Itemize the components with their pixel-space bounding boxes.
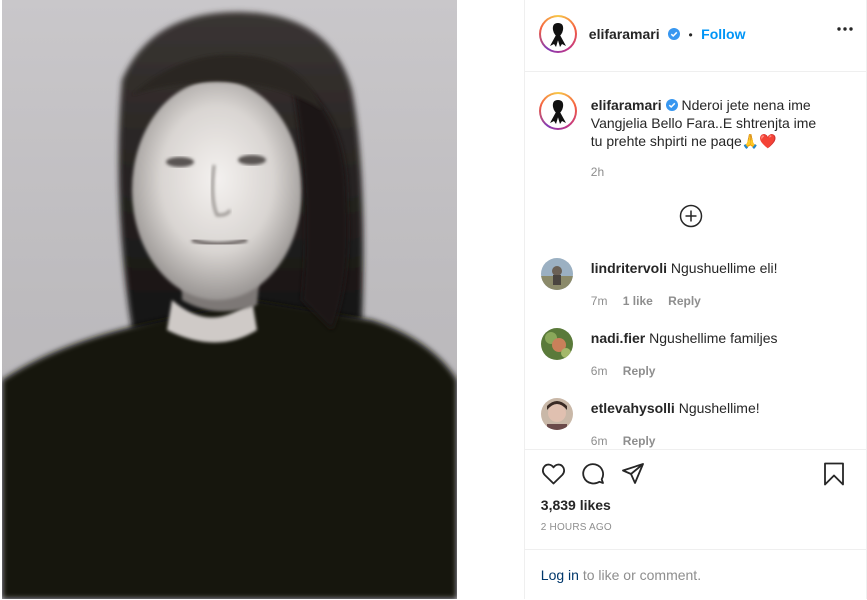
black-ribbon-icon [549,23,566,47]
comment-meta: 6m Reply [591,434,668,448]
post-header: elifaramari • Follow [524,0,867,72]
login-prompt-text: to like or comment. [578,567,702,583]
comment-time[interactable]: 6m [591,364,608,378]
comment-time[interactable]: 6m [591,434,608,448]
comment-meta: 6m Reply [591,364,668,378]
likes-count[interactable]: 3,839 likes [541,497,611,513]
reply-button[interactable]: Reply [623,364,656,378]
heart-icon[interactable] [541,462,566,486]
caption-avatar[interactable] [538,92,577,130]
comment-text: Ngushuellime eli! [667,260,778,276]
comment-likes[interactable]: 1 like [623,294,653,308]
comment-line: lindritervoli Ngushuellime eli! [591,260,778,276]
commenter-avatar[interactable] [540,328,573,360]
post-photo [2,0,457,599]
post-timestamp[interactable]: 2 HOURS AGO [541,522,612,533]
commenter-avatar[interactable] [540,258,573,290]
caption-timestamp[interactable]: 2h [591,165,604,179]
author-username[interactable]: elifaramari [589,26,660,42]
reply-button[interactable]: Reply [623,434,656,448]
comment-text: Ngushellime familjes [645,330,778,346]
follow-button[interactable]: Follow [701,26,745,42]
login-prompt: Log in to like or comment. [541,567,701,583]
commenter-avatar[interactable] [540,398,573,430]
verified-badge-icon [668,28,681,40]
comment-username[interactable]: lindritervoli [591,260,667,276]
separator-dot: • [688,28,693,42]
comment-username[interactable]: etlevahysolli [591,400,675,416]
comment-line: etlevahysolli Ngushellime! [591,400,760,416]
post-side-panel: elifaramari • Follow elifaramari Nderoi … [523,0,867,600]
black-ribbon-icon [549,100,566,124]
post-actions: 3,839 likes 2 HOURS AGO [524,449,867,550]
comment-time[interactable]: 7m [591,294,608,308]
comment-text: Ngushellime! [674,400,760,416]
comment-username[interactable]: nadi.fier [591,330,645,346]
portrait-image [2,11,457,599]
caption-body: elifaramari Nderoi jete nena ime Vangjel… [591,96,821,150]
comment-line: nadi.fier Ngushellime familjes [591,330,778,346]
author-avatar[interactable] [538,15,577,53]
comment-meta: 7m 1 like Reply [591,294,713,308]
reply-button[interactable]: Reply [668,294,701,308]
caption-username[interactable]: elifaramari [591,97,662,113]
comment-icon[interactable] [581,462,605,486]
login-bar: Log in to like or comment. [524,549,867,600]
post-media[interactable] [0,0,524,599]
instagram-post: elifaramari • Follow elifaramari Nderoi … [0,0,867,599]
login-link[interactable]: Log in [541,567,579,583]
plus-circle-icon[interactable] [679,204,703,228]
more-options-icon[interactable] [837,27,853,31]
verified-badge-icon [665,99,678,111]
header-user-line: elifaramari • Follow [589,26,746,44]
share-icon[interactable] [621,462,645,486]
bookmark-icon[interactable] [823,462,845,486]
